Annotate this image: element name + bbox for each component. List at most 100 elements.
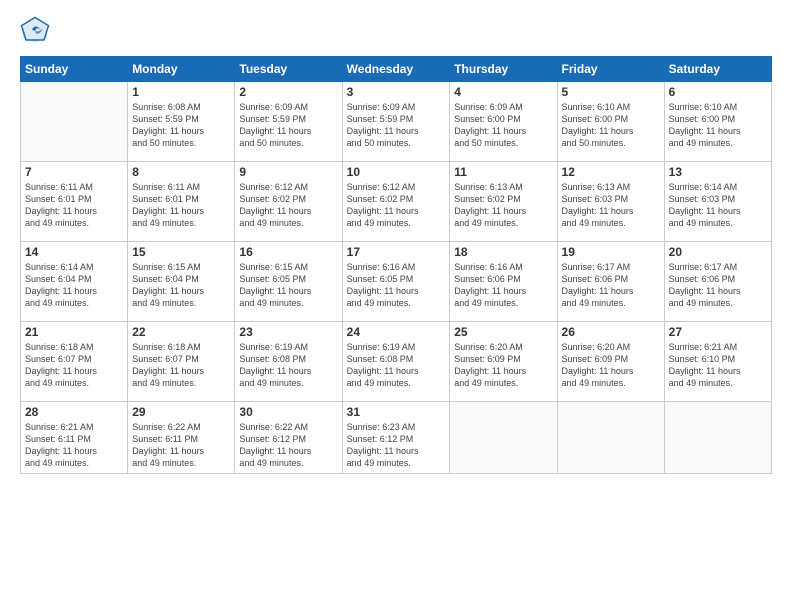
- calendar-cell: 21 Sunrise: 6:18 AM Sunset: 6:07 PM Dayli…: [21, 322, 128, 402]
- day-info: Sunrise: 6:14 AM Sunset: 6:04 PM Dayligh…: [25, 261, 123, 310]
- day-info: Sunrise: 6:13 AM Sunset: 6:03 PM Dayligh…: [562, 181, 660, 230]
- day-info: Sunrise: 6:15 AM Sunset: 6:05 PM Dayligh…: [239, 261, 337, 310]
- calendar-cell: 7 Sunrise: 6:11 AM Sunset: 6:01 PM Daylig…: [21, 162, 128, 242]
- day-number: 9: [239, 165, 337, 179]
- day-info: Sunrise: 6:16 AM Sunset: 6:05 PM Dayligh…: [347, 261, 446, 310]
- calendar-cell: 14Sunrise: 6:14 AM Sunset: 6:04 PM Dayli…: [21, 242, 128, 322]
- day-number: 18: [454, 245, 552, 259]
- day-number: 13: [669, 165, 767, 179]
- day-number: 23: [239, 325, 337, 339]
- calendar-cell: 12 Sunrise: 6:13 AM Sunset: 6:03 PM Dayli…: [557, 162, 664, 242]
- header-day-friday: Friday: [557, 57, 664, 82]
- day-number: 22: [132, 325, 230, 339]
- calendar-cell: 25 Sunrise: 6:20 AM Sunset: 6:09 PM Dayli…: [450, 322, 557, 402]
- calendar-cell: 19 Sunrise: 6:17 AM Sunset: 6:06 PM Dayli…: [557, 242, 664, 322]
- calendar-cell: 18 Sunrise: 6:16 AM Sunset: 6:06 PM Dayli…: [450, 242, 557, 322]
- day-number: 27: [669, 325, 767, 339]
- calendar-cell: 1Sunrise: 6:08 AM Sunset: 5:59 PM Daylig…: [128, 82, 235, 162]
- calendar-cell: [450, 402, 557, 474]
- header-day-monday: Monday: [128, 57, 235, 82]
- day-info: Sunrise: 6:10 AM Sunset: 6:00 PM Dayligh…: [669, 101, 767, 150]
- calendar-cell: 4 Sunrise: 6:09 AM Sunset: 6:00 PM Daylig…: [450, 82, 557, 162]
- day-number: 19: [562, 245, 660, 259]
- day-number: 21: [25, 325, 123, 339]
- calendar-cell: 6 Sunrise: 6:10 AM Sunset: 6:00 PM Daylig…: [664, 82, 771, 162]
- day-info: Sunrise: 6:22 AM Sunset: 6:12 PM Dayligh…: [239, 421, 337, 470]
- calendar-cell: 22 Sunrise: 6:18 AM Sunset: 6:07 PM Dayli…: [128, 322, 235, 402]
- day-info: Sunrise: 6:12 AM Sunset: 6:02 PM Dayligh…: [239, 181, 337, 230]
- day-info: Sunrise: 6:17 AM Sunset: 6:06 PM Dayligh…: [562, 261, 660, 310]
- day-info: Sunrise: 6:11 AM Sunset: 6:01 PM Dayligh…: [132, 181, 230, 230]
- calendar-cell: 27Sunrise: 6:21 AM Sunset: 6:10 PM Dayli…: [664, 322, 771, 402]
- header-day-sunday: Sunday: [21, 57, 128, 82]
- day-info: Sunrise: 6:12 AM Sunset: 6:02 PM Dayligh…: [347, 181, 446, 230]
- day-number: 8: [132, 165, 230, 179]
- week-row-1: 1Sunrise: 6:08 AM Sunset: 5:59 PM Daylig…: [21, 82, 772, 162]
- week-row-4: 21 Sunrise: 6:18 AM Sunset: 6:07 PM Dayli…: [21, 322, 772, 402]
- calendar-cell: 30 Sunrise: 6:22 AM Sunset: 6:12 PM Dayli…: [235, 402, 342, 474]
- day-number: 10: [347, 165, 446, 179]
- header-day-wednesday: Wednesday: [342, 57, 450, 82]
- day-info: Sunrise: 6:16 AM Sunset: 6:06 PM Dayligh…: [454, 261, 552, 310]
- day-number: 26: [562, 325, 660, 339]
- day-number: 6: [669, 85, 767, 99]
- calendar-cell: 11 Sunrise: 6:13 AM Sunset: 6:02 PM Dayli…: [450, 162, 557, 242]
- calendar-cell: [557, 402, 664, 474]
- day-number: 1: [132, 85, 230, 99]
- header-row: SundayMondayTuesdayWednesdayThursdayFrid…: [21, 57, 772, 82]
- calendar-body: 1Sunrise: 6:08 AM Sunset: 5:59 PM Daylig…: [21, 82, 772, 474]
- calendar-cell: 5Sunrise: 6:10 AM Sunset: 6:00 PM Daylig…: [557, 82, 664, 162]
- day-info: Sunrise: 6:13 AM Sunset: 6:02 PM Dayligh…: [454, 181, 552, 230]
- day-info: Sunrise: 6:18 AM Sunset: 6:07 PM Dayligh…: [132, 341, 230, 390]
- header-day-tuesday: Tuesday: [235, 57, 342, 82]
- calendar-cell: 23 Sunrise: 6:19 AM Sunset: 6:08 PM Dayli…: [235, 322, 342, 402]
- day-info: Sunrise: 6:14 AM Sunset: 6:03 PM Dayligh…: [669, 181, 767, 230]
- day-number: 28: [25, 405, 123, 419]
- day-info: Sunrise: 6:09 AM Sunset: 6:00 PM Dayligh…: [454, 101, 552, 150]
- day-info: Sunrise: 6:21 AM Sunset: 6:11 PM Dayligh…: [25, 421, 123, 470]
- day-info: Sunrise: 6:10 AM Sunset: 6:00 PM Dayligh…: [562, 101, 660, 150]
- week-row-5: 28 Sunrise: 6:21 AM Sunset: 6:11 PM Dayli…: [21, 402, 772, 474]
- day-number: 30: [239, 405, 337, 419]
- day-number: 29: [132, 405, 230, 419]
- day-info: Sunrise: 6:20 AM Sunset: 6:09 PM Dayligh…: [454, 341, 552, 390]
- calendar-cell: [21, 82, 128, 162]
- calendar-header: SundayMondayTuesdayWednesdayThursdayFrid…: [21, 57, 772, 82]
- calendar-cell: 20Sunrise: 6:17 AM Sunset: 6:06 PM Dayli…: [664, 242, 771, 322]
- header-day-saturday: Saturday: [664, 57, 771, 82]
- day-info: Sunrise: 6:09 AM Sunset: 5:59 PM Dayligh…: [347, 101, 446, 150]
- header: [20, 16, 772, 46]
- day-number: 15: [132, 245, 230, 259]
- day-info: Sunrise: 6:19 AM Sunset: 6:08 PM Dayligh…: [347, 341, 446, 390]
- day-number: 16: [239, 245, 337, 259]
- calendar-cell: 15 Sunrise: 6:15 AM Sunset: 6:04 PM Dayli…: [128, 242, 235, 322]
- calendar: SundayMondayTuesdayWednesdayThursdayFrid…: [20, 56, 772, 474]
- page: SundayMondayTuesdayWednesdayThursdayFrid…: [0, 0, 792, 612]
- day-info: Sunrise: 6:11 AM Sunset: 6:01 PM Dayligh…: [25, 181, 123, 230]
- day-number: 3: [347, 85, 446, 99]
- day-info: Sunrise: 6:23 AM Sunset: 6:12 PM Dayligh…: [347, 421, 446, 470]
- day-info: Sunrise: 6:19 AM Sunset: 6:08 PM Dayligh…: [239, 341, 337, 390]
- day-number: 12: [562, 165, 660, 179]
- day-number: 24: [347, 325, 446, 339]
- calendar-cell: 16 Sunrise: 6:15 AM Sunset: 6:05 PM Dayli…: [235, 242, 342, 322]
- day-number: 2: [239, 85, 337, 99]
- day-info: Sunrise: 6:15 AM Sunset: 6:04 PM Dayligh…: [132, 261, 230, 310]
- header-day-thursday: Thursday: [450, 57, 557, 82]
- day-number: 25: [454, 325, 552, 339]
- day-info: Sunrise: 6:18 AM Sunset: 6:07 PM Dayligh…: [25, 341, 123, 390]
- calendar-cell: 10 Sunrise: 6:12 AM Sunset: 6:02 PM Dayli…: [342, 162, 450, 242]
- day-number: 11: [454, 165, 552, 179]
- calendar-cell: 2Sunrise: 6:09 AM Sunset: 5:59 PM Daylig…: [235, 82, 342, 162]
- calendar-cell: 28 Sunrise: 6:21 AM Sunset: 6:11 PM Dayli…: [21, 402, 128, 474]
- week-row-3: 14Sunrise: 6:14 AM Sunset: 6:04 PM Dayli…: [21, 242, 772, 322]
- day-number: 20: [669, 245, 767, 259]
- calendar-cell: 8 Sunrise: 6:11 AM Sunset: 6:01 PM Daylig…: [128, 162, 235, 242]
- day-number: 17: [347, 245, 446, 259]
- day-number: 4: [454, 85, 552, 99]
- day-info: Sunrise: 6:22 AM Sunset: 6:11 PM Dayligh…: [132, 421, 230, 470]
- logo-icon: [20, 16, 50, 46]
- day-number: 7: [25, 165, 123, 179]
- week-row-2: 7 Sunrise: 6:11 AM Sunset: 6:01 PM Daylig…: [21, 162, 772, 242]
- calendar-cell: 17 Sunrise: 6:16 AM Sunset: 6:05 PM Dayli…: [342, 242, 450, 322]
